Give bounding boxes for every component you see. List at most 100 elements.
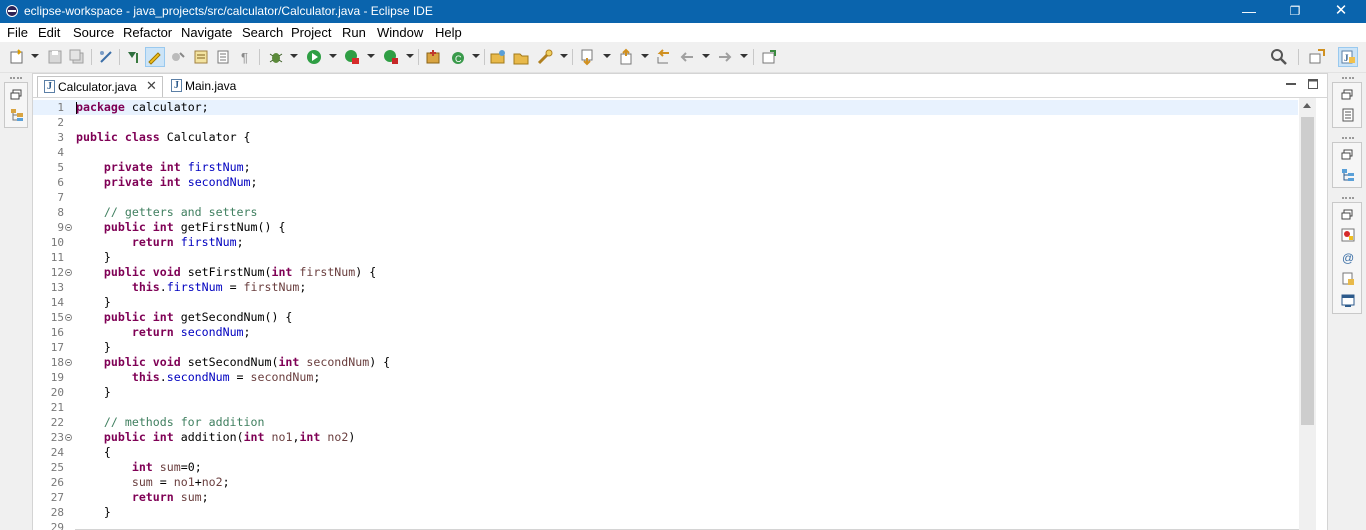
fold-toggle-icon[interactable] — [65, 434, 72, 441]
search-tool-icon[interactable] — [536, 48, 554, 66]
forward-dropdown-icon[interactable] — [740, 54, 748, 58]
forward-icon[interactable] — [716, 48, 734, 66]
minimize-editor-icon[interactable] — [1285, 78, 1297, 90]
javadoc-icon[interactable]: @ — [1341, 250, 1355, 264]
new-class-dropdown-icon[interactable] — [472, 54, 480, 58]
restore-view-icon[interactable] — [1341, 148, 1355, 162]
maximize-editor-icon[interactable] — [1307, 78, 1319, 90]
scrollbar-thumb[interactable] — [1301, 117, 1314, 425]
code-line[interactable]: 15 public int getSecondNum() { — [33, 310, 1298, 325]
outline-icon[interactable] — [1341, 168, 1355, 182]
debug-dropdown-icon[interactable] — [290, 54, 298, 58]
code-line[interactable]: 8 // getters and setters — [33, 205, 1298, 220]
code-line[interactable]: 4 — [33, 145, 1298, 160]
menu-navigate[interactable]: Navigate — [181, 25, 232, 40]
java-perspective-icon[interactable]: J — [1338, 47, 1358, 67]
fold-toggle-icon[interactable] — [65, 269, 72, 276]
open-task-icon[interactable] — [512, 48, 530, 66]
debug-toggle-icon[interactable] — [125, 48, 143, 66]
code-line[interactable]: 27 return sum; — [33, 490, 1298, 505]
back-icon[interactable] — [678, 48, 696, 66]
fold-toggle-icon[interactable] — [65, 359, 72, 366]
coverage-dropdown-icon[interactable] — [367, 54, 375, 58]
tab-main-java[interactable]: J Main.java — [165, 76, 241, 97]
code-line[interactable]: 21 — [33, 400, 1298, 415]
code-editor[interactable]: 1 package calculator; 2 3 public class Calcu… — [33, 98, 1327, 530]
coverage-icon[interactable] — [343, 48, 361, 66]
external-tools-icon[interactable] — [382, 48, 400, 66]
last-edit-location-icon[interactable] — [654, 48, 672, 66]
console-icon[interactable] — [1341, 294, 1355, 308]
code-line[interactable]: 5 private int firstNum; — [33, 160, 1298, 175]
menu-file[interactable]: File — [7, 25, 28, 40]
back-dropdown-icon[interactable] — [702, 54, 710, 58]
vertical-scrollbar[interactable] — [1299, 98, 1316, 530]
menu-help[interactable]: Help — [435, 25, 462, 40]
code-line[interactable]: 23 public int addition(int no1,int no2) — [33, 430, 1298, 445]
declaration-icon[interactable] — [1341, 272, 1355, 286]
tab-calculator-java[interactable]: J Calculator.java ✕ — [37, 76, 163, 97]
close-window-button[interactable]: ✕ — [1318, 0, 1364, 23]
open-perspective-icon[interactable] — [1308, 48, 1326, 66]
save-all-icon[interactable] — [68, 48, 86, 66]
code-line[interactable]: 20 } — [33, 385, 1298, 400]
open-type-icon[interactable] — [489, 48, 507, 66]
fold-toggle-icon[interactable] — [65, 224, 72, 231]
restore-view-icon[interactable] — [1341, 88, 1355, 102]
code-line[interactable]: 25 int sum=0; — [33, 460, 1298, 475]
highlight-icon[interactable] — [169, 48, 187, 66]
previous-annotation-dropdown-icon[interactable] — [641, 54, 649, 58]
code-line[interactable]: 3 public class Calculator { — [33, 130, 1298, 145]
code-line[interactable]: 14 } — [33, 295, 1298, 310]
code-line[interactable]: 26 sum = no1+no2; — [33, 475, 1298, 490]
restore-view-icon[interactable] — [1341, 208, 1355, 222]
next-annotation-icon[interactable] — [578, 48, 596, 66]
code-line[interactable]: 11 } — [33, 250, 1298, 265]
code-line[interactable]: 18 public void setSecondNum(int secondNu… — [33, 355, 1298, 370]
debug-icon[interactable] — [267, 48, 285, 66]
pilcrow-icon[interactable]: ¶ — [236, 48, 254, 66]
code-line[interactable]: 12 public void setFirstNum(int firstNum)… — [33, 265, 1298, 280]
menu-window[interactable]: Window — [377, 25, 423, 40]
code-line[interactable]: 17 } — [33, 340, 1298, 355]
new-java-class-icon[interactable]: C — [449, 48, 467, 66]
code-line[interactable]: 29 — [33, 520, 1298, 530]
package-explorer-icon[interactable] — [10, 108, 24, 122]
menu-edit[interactable]: Edit — [38, 25, 60, 40]
search-icon[interactable] — [1270, 48, 1288, 66]
external-tools-dropdown-icon[interactable] — [406, 54, 414, 58]
code-line[interactable]: 22 // methods for addition — [33, 415, 1298, 430]
minimize-button[interactable]: — — [1226, 0, 1272, 23]
code-line[interactable]: 6 private int secondNum; — [33, 175, 1298, 190]
problems-icon[interactable] — [1341, 228, 1355, 242]
menu-source[interactable]: Source — [73, 25, 114, 40]
pin-editor-icon[interactable] — [760, 48, 778, 66]
mark-occurrences-icon[interactable] — [145, 47, 165, 67]
menu-run[interactable]: Run — [342, 25, 366, 40]
restore-view-icon[interactable] — [10, 88, 24, 102]
code-line[interactable]: 9 public int getFirstNum() { — [33, 220, 1298, 235]
new-java-package-icon[interactable] — [424, 48, 442, 66]
menu-project[interactable]: Project — [291, 25, 331, 40]
close-tab-icon[interactable]: ✕ — [146, 78, 157, 94]
restore-button[interactable]: ❐ — [1272, 0, 1318, 23]
code-line[interactable]: 28 } — [33, 505, 1298, 520]
next-annotation-dropdown-icon[interactable] — [603, 54, 611, 58]
code-line[interactable]: 19 this.secondNum = secondNum; — [33, 370, 1298, 385]
block-selection-icon[interactable] — [192, 48, 210, 66]
new-icon[interactable] — [8, 48, 26, 66]
scroll-up-icon[interactable] — [1303, 103, 1311, 108]
code-line[interactable]: 7 — [33, 190, 1298, 205]
fold-toggle-icon[interactable] — [65, 314, 72, 321]
code-line[interactable]: 24 { — [33, 445, 1298, 460]
run-dropdown-icon[interactable] — [329, 54, 337, 58]
new-dropdown-icon[interactable] — [31, 54, 39, 58]
menu-refactor[interactable]: Refactor — [123, 25, 172, 40]
code-line[interactable]: 10 return firstNum; — [33, 235, 1298, 250]
run-icon[interactable] — [305, 48, 323, 66]
previous-annotation-icon[interactable] — [617, 48, 635, 66]
search-dropdown-icon[interactable] — [560, 54, 568, 58]
task-list-icon[interactable] — [1341, 108, 1355, 122]
code-line[interactable]: 1 package calculator; — [33, 100, 1298, 115]
code-line[interactable]: 2 — [33, 115, 1298, 130]
